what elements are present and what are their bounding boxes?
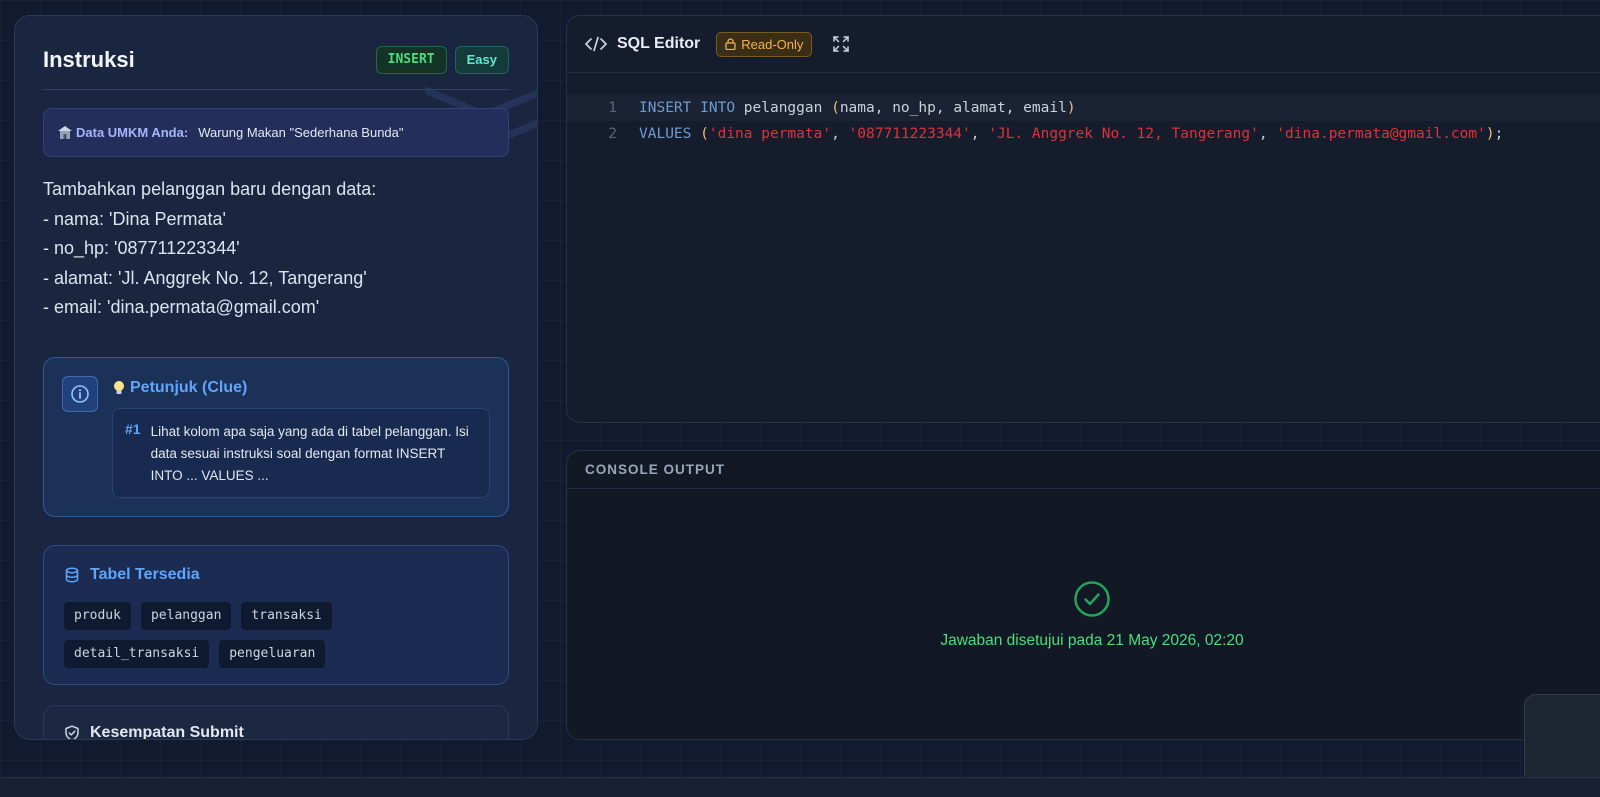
- code-line: 2 VALUES ('dina permata', '087711223344'…: [567, 121, 1600, 147]
- submit-chances-section: Kesempatan Submit: [43, 704, 509, 740]
- submit-title: Kesempatan Submit: [90, 723, 244, 740]
- description-line: - nama: 'Dina Permata': [43, 208, 226, 229]
- available-tables-section: Tabel Tersedia produk pelanggan transaks…: [43, 544, 509, 685]
- line-number: 2: [608, 126, 617, 142]
- clue-section: Petunjuk (Clue) #1 Lihat kolom apa saja …: [43, 356, 509, 517]
- info-icon: [71, 384, 89, 403]
- description-line: - no_hp: '087711223344': [43, 238, 240, 258]
- difficulty-badge: Easy: [454, 46, 509, 74]
- umkm-label: Data UMKM Anda:: [76, 125, 189, 140]
- umkm-info: Data UMKM Anda: Warung Makan "Sederhana …: [43, 108, 509, 157]
- check-circle-icon: [1074, 581, 1110, 617]
- console-output: CONSOLE OUTPUT Jawaban disetujui pada 21…: [566, 450, 1600, 740]
- umkm-value: Warung Makan "Sederhana Bunda": [198, 125, 404, 140]
- editor-header: SQL Editor Read-Only: [567, 16, 1600, 73]
- success-message: Jawaban disetujui pada 21 May 2026, 02:2…: [940, 632, 1244, 649]
- shield-check-icon: [65, 724, 79, 739]
- code-line: 1 INSERT INTO pelanggan (nama, no_hp, al…: [567, 95, 1600, 121]
- code-icon: [585, 36, 607, 52]
- description-line: Tambahkan pelanggan baru dengan data:: [43, 179, 377, 199]
- database-icon: [65, 567, 79, 582]
- clue-number: #1: [125, 420, 141, 437]
- lightbulb-icon: [114, 380, 124, 394]
- fullscreen-button[interactable]: [832, 35, 850, 53]
- table-chip-transaksi[interactable]: transaksi: [241, 601, 332, 630]
- query-type-badge: INSERT: [375, 46, 447, 74]
- console-title: CONSOLE OUTPUT: [567, 451, 1600, 489]
- line-number: 1: [608, 100, 617, 116]
- expand-icon: [833, 36, 850, 52]
- table-chip-pengeluaran[interactable]: pengeluaran: [219, 639, 326, 668]
- lock-icon: [725, 38, 736, 50]
- clue-item: #1 Lihat kolom apa saja yang ada di tabe…: [112, 407, 490, 498]
- clue-text: Lihat kolom apa saja yang ada di tabel p…: [150, 423, 469, 483]
- table-chip-pelanggan[interactable]: pelanggan: [140, 601, 232, 630]
- clue-title: Petunjuk (Clue): [130, 378, 248, 396]
- table-chip-produk[interactable]: produk: [64, 601, 131, 630]
- editor-title: SQL Editor: [617, 35, 701, 52]
- readonly-badge: Read-Only: [716, 31, 813, 57]
- sql-editor: SQL Editor Read-Only 1 INSERT INTO pelan…: [566, 15, 1600, 423]
- code-area[interactable]: 1 INSERT INTO pelanggan (nama, no_hp, al…: [567, 73, 1600, 147]
- instructions-header: Instruksi INSERT Easy: [43, 45, 509, 75]
- store-icon: [58, 126, 72, 139]
- info-icon-box: [62, 375, 98, 412]
- readonly-label: Read-Only: [741, 36, 804, 52]
- instructions-panel: Instruksi INSERT Easy Data UMKM Anda: Wa…: [14, 15, 538, 740]
- task-description: Tambahkan pelanggan baru dengan data: - …: [43, 175, 509, 323]
- tables-title: Tabel Tersedia: [90, 565, 200, 583]
- description-line: - email: 'dina.permata@gmail.com': [43, 297, 320, 317]
- page-title: Instruksi: [43, 47, 135, 72]
- divider: [43, 89, 509, 90]
- description-line: - alamat: 'Jl. Anggrek No. 12, Tangerang…: [43, 267, 367, 288]
- table-chip-detail-transaksi[interactable]: detail_transaksi: [64, 639, 210, 668]
- bottom-bar: [0, 777, 1600, 797]
